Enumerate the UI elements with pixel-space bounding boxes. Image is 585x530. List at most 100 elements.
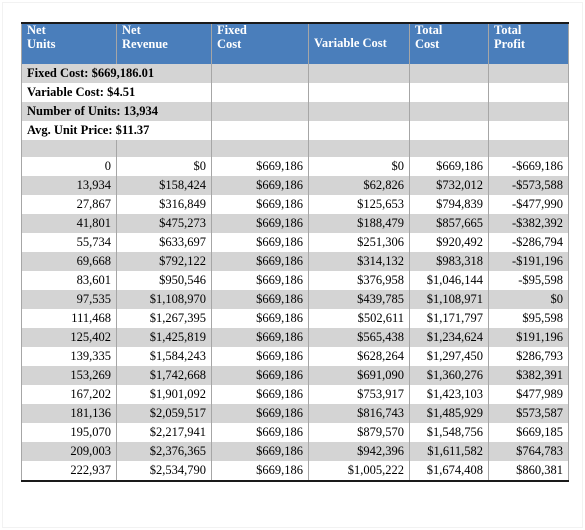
cell-fixed-cost: $669,186 [211, 385, 309, 404]
summary-row-avg-unit-price: Avg. Unit Price: $11.37 [21, 121, 569, 140]
cell-net-units: 167,202 [21, 385, 117, 404]
cell-net-revenue: $316,849 [116, 195, 212, 214]
header-line-2: Cost [415, 36, 440, 51]
spacer-cell [488, 140, 569, 157]
spacer-cell [409, 140, 489, 157]
cell-fixed-cost: $669,186 [211, 252, 309, 271]
table-row: 181,136 $2,059,517 $669,186 $816,743 $1,485,… [21, 404, 569, 423]
summary-row-number-of-units: Number of Units: 13,934 [21, 102, 569, 121]
table-row: 97,535 $1,108,970 $669,186 $439,785 $1,108,9… [21, 290, 569, 309]
cell-net-revenue: $633,697 [116, 233, 212, 252]
cell-fixed-cost: $669,186 [211, 366, 309, 385]
cell-net-revenue: $2,059,517 [116, 404, 212, 423]
header-line-2: Units [27, 36, 56, 51]
summary-filler-cell [308, 121, 410, 140]
spacer-row [21, 140, 569, 157]
cell-fixed-cost: $669,186 [211, 328, 309, 347]
summary-filler-cell [488, 83, 569, 102]
summary-filler-cell [308, 102, 410, 121]
cell-fixed-cost: $669,186 [211, 271, 309, 290]
cell-total-profit: $191,196 [488, 328, 569, 347]
cell-fixed-cost: $669,186 [211, 347, 309, 366]
header-line-1: Total [494, 23, 522, 37]
header-line-2: Profit [494, 36, 526, 51]
cell-net-units: 181,136 [21, 404, 117, 423]
table-row: 153,269 $1,742,668 $669,186 $691,090 $1,360,… [21, 366, 569, 385]
cell-net-revenue: $1,901,092 [116, 385, 212, 404]
cell-total-cost: $1,234,624 [409, 328, 489, 347]
cell-net-revenue: $1,267,395 [116, 309, 212, 328]
cell-total-cost: $857,665 [409, 214, 489, 233]
cell-fixed-cost: $669,186 [211, 442, 309, 461]
breakeven-table: Net Units Net Revenue Fixed Cost Variabl… [21, 22, 569, 482]
table-row: 209,003 $2,376,365 $669,186 $942,396 $1,611,… [21, 442, 569, 461]
cell-total-cost: $1,548,756 [409, 423, 489, 442]
summary-filler-cell [211, 64, 309, 83]
summary-filler-cell [409, 83, 489, 102]
cell-net-revenue: $1,584,243 [116, 347, 212, 366]
spacer-cell [308, 140, 410, 157]
cell-net-revenue: $158,424 [116, 176, 212, 195]
table-row: 125,402 $1,425,819 $669,186 $565,438 $1,234,… [21, 328, 569, 347]
cell-total-cost: $1,611,582 [409, 442, 489, 461]
cell-variable-cost: $816,743 [308, 404, 410, 423]
cell-net-units: 41,801 [21, 214, 117, 233]
column-header-variable-cost[interactable]: Variable Cost [308, 23, 410, 64]
header-line-1: Net [122, 23, 141, 37]
cell-net-revenue: $0 [116, 157, 212, 176]
header-row: Net Units Net Revenue Fixed Cost Variabl… [21, 23, 569, 64]
column-header-net-units[interactable]: Net Units [21, 23, 117, 64]
cell-total-cost: $1,297,450 [409, 347, 489, 366]
table-row: 222,937 $2,534,790 $669,186 $1,005,222 $1,67… [21, 461, 569, 481]
cell-total-profit: -$669,186 [488, 157, 569, 176]
summary-filler-cell [409, 64, 489, 83]
column-header-total-profit[interactable]: Total Profit [488, 23, 569, 64]
table-row: 83,601 $950,546 $669,186 $376,958 $1,046,144… [21, 271, 569, 290]
cell-net-units: 55,734 [21, 233, 117, 252]
table-row: 13,934 $158,424 $669,186 $62,826 $732,012 -$5… [21, 176, 569, 195]
cell-net-units: 27,867 [21, 195, 117, 214]
cell-fixed-cost: $669,186 [211, 309, 309, 328]
table-row: 55,734 $633,697 $669,186 $251,306 $920,492 -$… [21, 233, 569, 252]
cell-total-cost: $920,492 [409, 233, 489, 252]
summary-label: Avg. Unit Price: $11.37 [21, 121, 212, 140]
cell-total-profit: $669,185 [488, 423, 569, 442]
cell-net-units: 125,402 [21, 328, 117, 347]
column-header-total-cost[interactable]: Total Cost [409, 23, 489, 64]
cell-total-cost: $794,839 [409, 195, 489, 214]
cell-net-units: 97,535 [21, 290, 117, 309]
cell-total-cost: $669,186 [409, 157, 489, 176]
cell-total-profit: -$573,588 [488, 176, 569, 195]
cell-variable-cost: $691,090 [308, 366, 410, 385]
cell-variable-cost: $1,005,222 [308, 461, 410, 481]
table-body: Fixed Cost: $669,186.01 Variable Cost: $… [21, 64, 569, 481]
cell-total-profit: -$286,794 [488, 233, 569, 252]
spacer-cell [116, 140, 212, 157]
cell-total-profit: -$95,598 [488, 271, 569, 290]
cell-net-revenue: $2,534,790 [116, 461, 212, 481]
column-header-fixed-cost[interactable]: Fixed Cost [211, 23, 309, 64]
summary-row-variable-cost: Variable Cost: $4.51 [21, 83, 569, 102]
cell-net-units: 13,934 [21, 176, 117, 195]
cell-total-profit: $860,381 [488, 461, 569, 481]
spacer-cell [21, 140, 117, 157]
cell-net-units: 83,601 [21, 271, 117, 290]
cell-total-profit: -$191,196 [488, 252, 569, 271]
spreadsheet-canvas: Net Units Net Revenue Fixed Cost Variabl… [0, 0, 585, 530]
header-line-1: Net [27, 23, 46, 37]
cell-net-units: 139,335 [21, 347, 117, 366]
cell-variable-cost: $502,611 [308, 309, 410, 328]
cell-total-profit: $477,989 [488, 385, 569, 404]
cell-net-revenue: $792,122 [116, 252, 212, 271]
cell-net-units: 222,937 [21, 461, 117, 481]
column-header-net-revenue[interactable]: Net Revenue [116, 23, 212, 64]
cell-variable-cost: $879,570 [308, 423, 410, 442]
cell-total-cost: $1,674,408 [409, 461, 489, 481]
cell-total-cost: $1,171,797 [409, 309, 489, 328]
table-row: 69,668 $792,122 $669,186 $314,132 $983,318 -$… [21, 252, 569, 271]
summary-filler-cell [409, 102, 489, 121]
cell-total-cost: $1,046,144 [409, 271, 489, 290]
cell-variable-cost: $314,132 [308, 252, 410, 271]
summary-filler-cell [211, 121, 309, 140]
cell-net-units: 153,269 [21, 366, 117, 385]
